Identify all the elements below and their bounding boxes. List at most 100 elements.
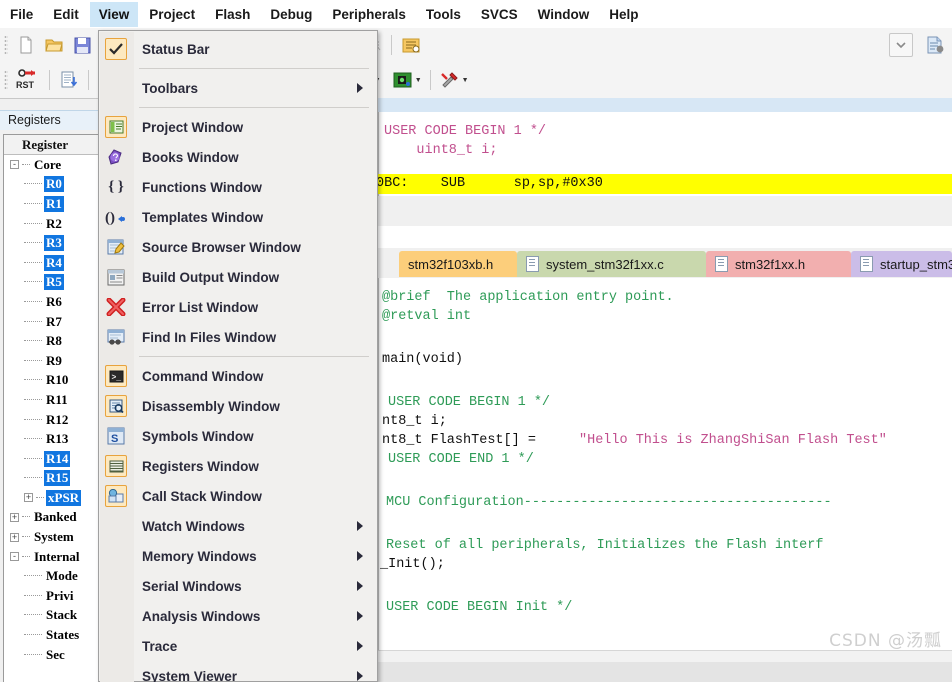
view-menu-item-disassembly-window[interactable]: Disassembly Window <box>99 391 377 421</box>
menubar-item-debug[interactable]: Debug <box>261 2 321 27</box>
view-menu-item-books-window[interactable]: Books Window <box>99 142 377 172</box>
menubar-item-help[interactable]: Help <box>600 2 647 27</box>
register-row[interactable]: + xPSR <box>4 488 101 508</box>
view-menu-item-trace[interactable]: Trace <box>99 631 377 661</box>
submenu-arrow-icon[interactable] <box>357 521 363 531</box>
register-label[interactable]: R1 <box>44 195 64 212</box>
view-menu-item-symbols-window[interactable]: S Symbols Window <box>99 421 377 451</box>
register-label[interactable]: System <box>32 529 76 545</box>
register-label[interactable]: R7 <box>44 314 64 330</box>
view-menu-item-list[interactable]: Status Bar Toolbars Project Window Books Wi… <box>99 34 377 682</box>
register-label[interactable]: R11 <box>44 392 70 408</box>
file-tab[interactable]: startup_stm32f10 <box>851 251 952 277</box>
registers-tree-container[interactable]: Register - Core R0 R1 R2 R3 R4 R5 R6 R7 R8 R9 R10 R11… <box>3 134 102 682</box>
register-row[interactable]: R11 <box>4 390 101 410</box>
view-menu-item-memory-windows[interactable]: Memory Windows <box>99 541 377 571</box>
view-menu-item-analysis-windows[interactable]: Analysis Windows <box>99 601 377 631</box>
registers-pane-title[interactable]: Registers <box>0 110 104 130</box>
menubar-item-tools[interactable]: Tools <box>417 2 470 27</box>
menubar-item-window[interactable]: Window <box>529 2 599 27</box>
menubar-item-edit[interactable]: Edit <box>44 2 88 27</box>
register-row[interactable]: R8 <box>4 331 101 351</box>
view-menu-item-registers-window[interactable]: Registers Window <box>99 451 377 481</box>
register-row[interactable]: - Internal <box>4 547 101 567</box>
file-tab[interactable]: stm32f1xx.h <box>706 251 851 277</box>
register-label[interactable]: Core <box>32 157 63 173</box>
target-dropdown-icon[interactable] <box>889 33 913 57</box>
register-row[interactable]: R7 <box>4 312 101 332</box>
register-label[interactable]: Privi <box>44 588 75 604</box>
collapse-toggle-icon[interactable]: - <box>10 160 19 170</box>
system-viewer-icon[interactable] <box>390 67 416 93</box>
sysviewer-dropdown-icon[interactable]: ▼ <box>415 77 422 84</box>
register-label[interactable]: States <box>44 627 81 643</box>
toolbar-grip[interactable] <box>4 35 8 55</box>
register-row[interactable]: States <box>4 625 101 645</box>
view-menu-item-system-viewer[interactable]: System Viewer <box>99 661 377 682</box>
register-label[interactable]: R4 <box>44 254 64 271</box>
submenu-arrow-icon[interactable] <box>357 551 363 561</box>
view-menu-item-command-window[interactable]: >_ Command Window <box>99 361 377 391</box>
build-icon[interactable] <box>56 67 82 93</box>
register-label[interactable]: Mode <box>44 568 80 584</box>
view-menu-item-source-browser-window[interactable]: Source Browser Window <box>99 232 377 262</box>
register-label[interactable]: Banked <box>32 509 79 525</box>
register-row[interactable]: R0 <box>4 175 101 195</box>
expand-toggle-icon[interactable]: + <box>10 512 19 522</box>
menubar-item-project[interactable]: Project <box>140 2 204 27</box>
register-row[interactable]: R5 <box>4 273 101 293</box>
register-row[interactable]: Mode <box>4 566 101 586</box>
register-label[interactable]: Stack <box>44 607 79 623</box>
register-row[interactable]: R6 <box>4 292 101 312</box>
submenu-arrow-icon[interactable] <box>357 611 363 621</box>
view-menu-popup[interactable]: Status Bar Toolbars Project Window Books Wi… <box>98 30 378 682</box>
register-label[interactable]: R14 <box>44 450 71 467</box>
file-tab[interactable]: stm32f103xb.h <box>399 251 517 277</box>
register-label[interactable]: R3 <box>44 235 64 252</box>
register-row[interactable]: R9 <box>4 351 101 371</box>
submenu-arrow-icon[interactable] <box>357 641 363 651</box>
submenu-arrow-icon[interactable] <box>357 83 363 93</box>
register-row[interactable]: Stack <box>4 606 101 626</box>
submenu-arrow-icon[interactable] <box>357 671 363 681</box>
register-row[interactable]: R15 <box>4 469 101 489</box>
register-row[interactable]: R13 <box>4 429 101 449</box>
register-label[interactable]: R6 <box>44 294 64 310</box>
register-label[interactable]: Sec <box>44 647 67 663</box>
view-menu-item-status-bar[interactable]: Status Bar <box>99 34 377 64</box>
register-label[interactable]: xPSR <box>46 489 82 506</box>
expand-toggle-icon[interactable]: + <box>10 532 19 542</box>
register-row[interactable]: Sec <box>4 645 101 665</box>
register-label[interactable]: R5 <box>44 274 64 291</box>
view-menu-item-error-list-window[interactable]: Error List Window <box>99 292 377 322</box>
new-file-icon[interactable] <box>13 32 39 58</box>
register-row[interactable]: R14 <box>4 449 101 469</box>
open-file-icon[interactable] <box>41 32 67 58</box>
register-label[interactable]: R10 <box>44 372 70 388</box>
register-row[interactable]: + Banked <box>4 508 101 528</box>
view-menu-item-serial-windows[interactable]: Serial Windows <box>99 571 377 601</box>
menubar-item-file[interactable]: File <box>1 2 42 27</box>
register-row[interactable]: R4 <box>4 253 101 273</box>
view-menu-item-templates-window[interactable]: () Templates Window <box>99 202 377 232</box>
register-row[interactable]: R3 <box>4 233 101 253</box>
collapse-toggle-icon[interactable]: - <box>10 552 19 562</box>
register-row[interactable]: + System <box>4 527 101 547</box>
expand-toggle-icon[interactable]: + <box>24 493 33 503</box>
register-label[interactable]: R9 <box>44 353 64 369</box>
view-menu-item-functions-window[interactable]: { } Functions Window <box>99 172 377 202</box>
register-row[interactable]: R10 <box>4 371 101 391</box>
view-menu-item-find-in-files-window[interactable]: Find In Files Window <box>99 322 377 352</box>
registers-tree[interactable]: - Core R0 R1 R2 R3 R4 R5 R6 R7 R8 R9 R10 R11 R12 R13 R14… <box>4 155 101 664</box>
register-label[interactable]: R13 <box>44 431 70 447</box>
menubar-item-peripherals[interactable]: Peripherals <box>323 2 415 27</box>
tools-dropdown-icon[interactable]: ▼ <box>462 77 469 84</box>
register-label[interactable]: R12 <box>44 412 70 428</box>
register-row[interactable]: Privi <box>4 586 101 606</box>
view-menu-item-build-output-window[interactable]: Build Output Window <box>99 262 377 292</box>
view-menu-item-toolbars[interactable]: Toolbars <box>99 73 377 103</box>
register-label[interactable]: R15 <box>44 470 71 487</box>
register-row[interactable]: R2 <box>4 214 101 234</box>
submenu-arrow-icon[interactable] <box>357 581 363 591</box>
save-file-icon[interactable] <box>69 32 95 58</box>
